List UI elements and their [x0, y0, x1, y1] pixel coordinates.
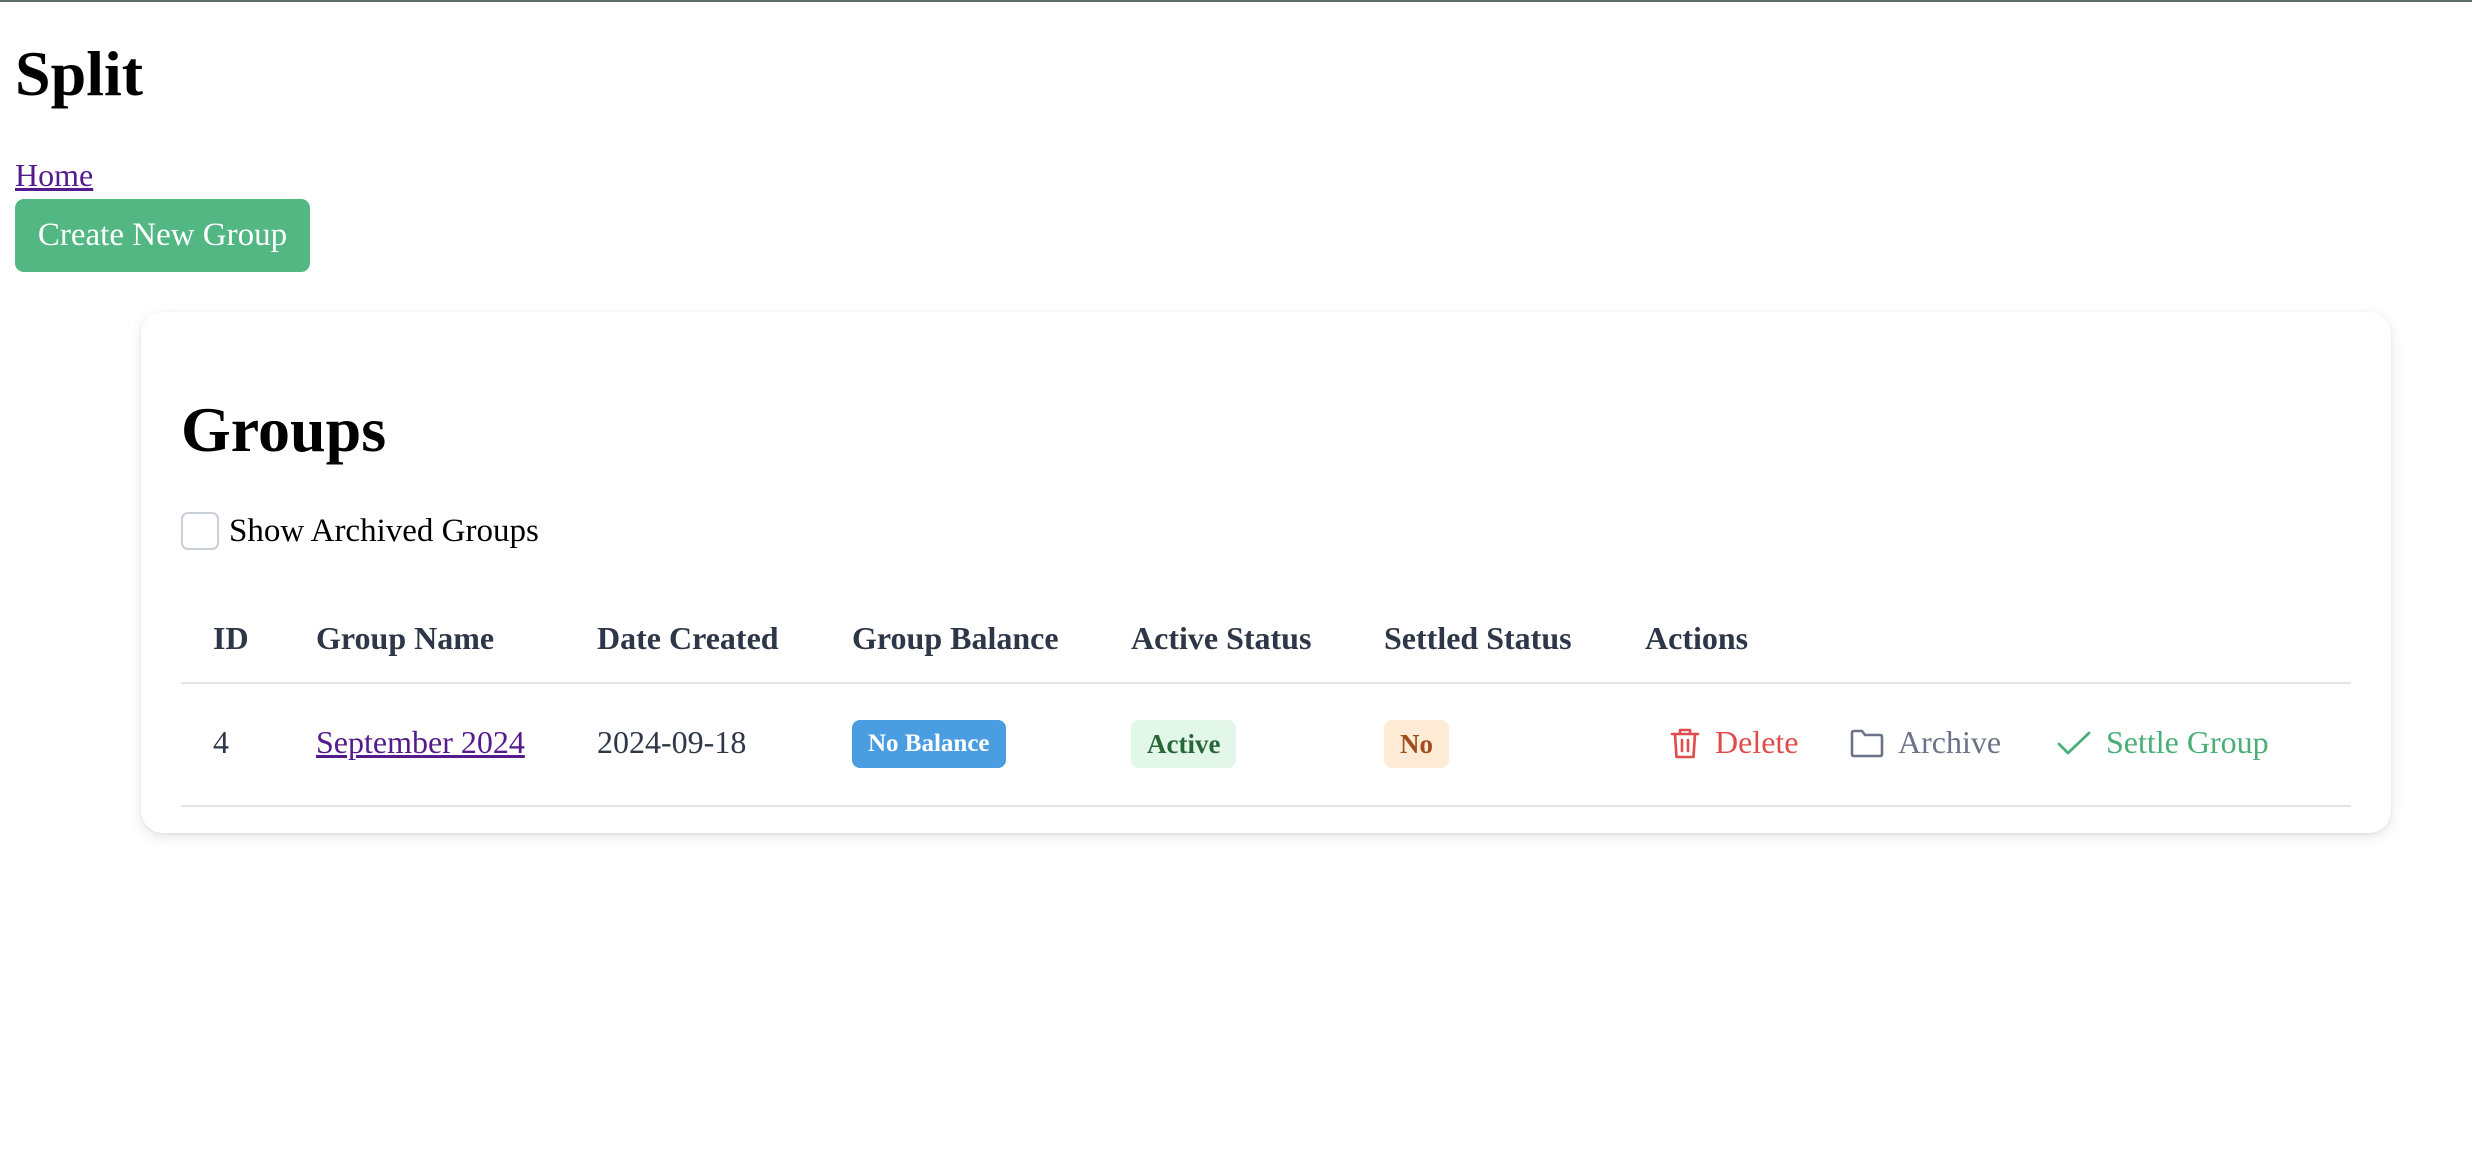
column-header-active-status: Active Status — [1131, 620, 1312, 656]
settle-group-button[interactable]: Settle Group — [2056, 724, 2269, 761]
app-title: Split — [15, 38, 144, 109]
column-header-id: ID — [213, 620, 249, 656]
show-archived-label: Show Archived Groups — [229, 512, 539, 549]
delete-button[interactable]: Delete — [1669, 724, 1799, 761]
groups-card: Groups Show Archived Groups ID Group Nam… — [141, 312, 2391, 833]
show-archived-toggle[interactable]: Show Archived Groups — [181, 512, 539, 550]
archive-label: Archive — [1898, 724, 2002, 760]
table-row: 4 September 2024 2024-09-18 No Balance A… — [181, 684, 2351, 807]
home-link[interactable]: Home — [15, 157, 93, 193]
delete-label: Delete — [1715, 724, 1799, 760]
active-status-badge: Active — [1131, 720, 1237, 768]
trash-icon — [1670, 728, 1700, 758]
check-icon — [2057, 731, 2091, 754]
groups-table: ID Group Name Date Created Group Balance… — [181, 600, 2351, 807]
column-header-actions: Actions — [1645, 620, 1749, 656]
column-header-group-name: Group Name — [316, 620, 495, 656]
settled-status-badge: No — [1384, 720, 1449, 768]
group-name-cell: September 2024 — [316, 724, 525, 761]
groups-title: Groups — [181, 394, 387, 465]
show-archived-checkbox[interactable] — [181, 512, 219, 550]
settle-group-label: Settle Group — [2106, 724, 2269, 760]
column-header-settled-status: Settled Status — [1384, 620, 1572, 656]
group-name-link[interactable]: September 2024 — [316, 724, 525, 760]
folder-icon — [1850, 729, 1884, 757]
balance-badge: No Balance — [852, 720, 1006, 768]
top-border — [0, 0, 2472, 2]
column-header-group-balance: Group Balance — [852, 620, 1059, 656]
date-created: 2024-09-18 — [597, 724, 747, 760]
column-header-date-created: Date Created — [597, 620, 779, 656]
create-new-group-button[interactable]: Create New Group — [15, 199, 310, 272]
table-header: ID Group Name Date Created Group Balance… — [181, 600, 2351, 684]
archive-button[interactable]: Archive — [1850, 724, 2001, 761]
group-id: 4 — [213, 724, 229, 760]
